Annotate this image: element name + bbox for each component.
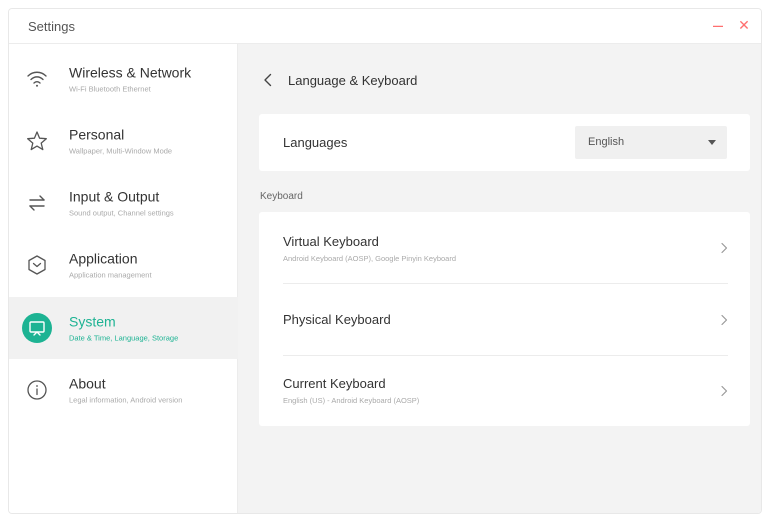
close-button[interactable]: ✕: [737, 18, 751, 32]
sidebar-item-label: System: [69, 313, 116, 330]
caret-down-icon: [708, 140, 716, 145]
wifi-icon: [22, 64, 52, 94]
chevron-right-icon: [721, 385, 728, 397]
main-panel: Language & Keyboard Languages English Ke…: [238, 44, 761, 513]
sidebar-item-personal[interactable]: Personal Wallpaper, Multi-Window Mode: [9, 110, 238, 172]
monitor-icon: [22, 313, 52, 343]
back-button[interactable]: Language & Keyboard: [260, 72, 417, 88]
keyboard-card: Virtual Keyboard Android Keyboard (AOSP)…: [259, 212, 750, 426]
sidebar-item-label: Input & Output: [69, 188, 160, 205]
sidebar-item-wireless-network[interactable]: Wireless & Network Wi-Fi Bluetooth Ether…: [9, 48, 238, 110]
swap-arrows-icon: [22, 188, 52, 218]
sidebar-item-label: Wireless & Network: [69, 64, 192, 81]
current-keyboard-row[interactable]: Current Keyboard English (US) - Android …: [259, 356, 750, 427]
sidebar-item-subtitle: Date & Time, Language, Storage: [69, 333, 179, 343]
chevron-left-icon: [264, 73, 272, 87]
minimize-button[interactable]: –: [711, 16, 725, 34]
chevron-right-icon: [721, 242, 728, 254]
physical-keyboard-row[interactable]: Physical Keyboard: [259, 284, 750, 355]
sidebar-item-label: About: [69, 375, 106, 392]
sidebar-item-label: Application: [69, 250, 138, 267]
sidebar-item-subtitle: Application management: [69, 270, 152, 280]
sidebar: Wireless & Network Wi-Fi Bluetooth Ether…: [9, 44, 238, 513]
sidebar-item-subtitle: Wallpaper, Multi-Window Mode: [69, 146, 173, 156]
languages-label: Languages: [283, 135, 348, 150]
hexagon-chevron-icon: [22, 250, 52, 280]
page-title: Language & Keyboard: [288, 72, 418, 88]
sidebar-item-label: Personal: [69, 126, 125, 143]
row-title: Physical Keyboard: [283, 312, 391, 327]
language-selected-value: English: [588, 136, 625, 148]
sidebar-item-application[interactable]: Application Application management: [9, 234, 238, 296]
sidebar-item-subtitle: Legal information, Android version: [69, 395, 183, 405]
chevron-right-icon: [721, 314, 728, 326]
sidebar-item-input-output[interactable]: Input & Output Sound output, Channel set…: [9, 172, 238, 234]
info-icon: [22, 375, 52, 405]
star-icon: [22, 126, 52, 156]
window-title: Settings: [28, 19, 75, 34]
keyboard-section-label: Keyboard: [260, 191, 303, 202]
sidebar-item-system[interactable]: System Date & Time, Language, Storage: [9, 297, 238, 359]
row-subtitle: English (US) - Android Keyboard (AOSP): [283, 396, 420, 405]
sidebar-item-subtitle: Wi-Fi Bluetooth Ethernet: [69, 84, 151, 94]
title-bar: Settings – ✕: [9, 9, 761, 44]
window-controls: – ✕: [711, 16, 751, 34]
virtual-keyboard-row[interactable]: Virtual Keyboard Android Keyboard (AOSP)…: [259, 212, 750, 283]
sidebar-item-subtitle: Sound output, Channel settings: [69, 208, 174, 218]
row-subtitle: Android Keyboard (AOSP), Google Pinyin K…: [283, 254, 457, 263]
row-title: Current Keyboard: [283, 376, 386, 391]
language-dropdown[interactable]: English: [575, 126, 727, 159]
row-title: Virtual Keyboard: [283, 234, 379, 249]
languages-card: Languages English: [259, 114, 750, 171]
settings-window: Settings – ✕ Wireless & Network Wi-Fi Bl…: [8, 8, 762, 514]
sidebar-item-about[interactable]: About Legal information, Android version: [9, 359, 238, 421]
